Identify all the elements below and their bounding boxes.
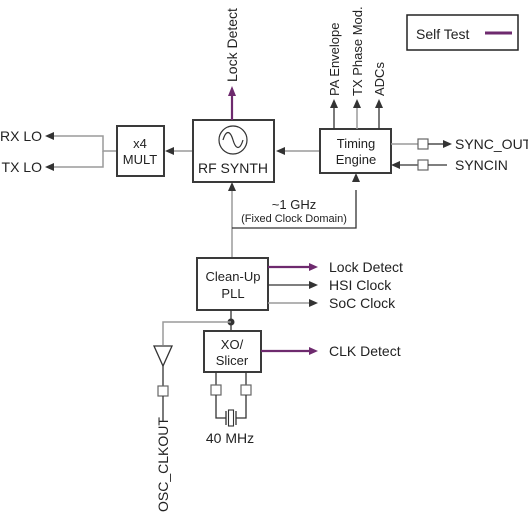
clock-domain-label: (Fixed Clock Domain) — [241, 213, 347, 225]
clk-detect-label: CLK Detect — [329, 343, 401, 359]
osc-clkout-pad — [157, 385, 169, 397]
timing-engine-label-1: Timing — [337, 136, 376, 151]
mult-label-2: MULT — [123, 152, 157, 167]
sync-out-pad — [417, 138, 429, 150]
sync-signals: SYNC_OUT SYNCIN — [391, 136, 528, 173]
osc-clkout-label: OSC_CLKOUT — [155, 417, 171, 512]
xo-slicer-label-1: XO/ — [221, 337, 244, 352]
buffer-icon — [152, 345, 174, 368]
cleanup-pll-label-2: PLL — [221, 286, 244, 301]
legend-label: Self Test — [416, 26, 470, 42]
rx-lo-line — [52, 135, 117, 152]
rf-lock-detect-arrow — [228, 86, 236, 96]
rf-lock-detect-label: Lock Detect — [224, 8, 240, 82]
sync-out-arrow — [443, 140, 452, 148]
xtal-pad-2 — [240, 384, 252, 396]
clock-freq-label: ~1 GHz — [272, 197, 316, 212]
crystal-icon — [227, 409, 235, 427]
pll-lock-detect-arrow — [309, 263, 318, 271]
tx-phase-mod-label: TX Phase Mod. — [350, 6, 365, 96]
tx-lo-arrow — [45, 163, 54, 171]
pa-envelope-arrow — [330, 99, 338, 108]
rx-lo-label: RX LO — [0, 128, 42, 144]
timing-engine-block: Timing Engine — [319, 128, 392, 174]
legend: Self Test — [406, 14, 519, 51]
mult-label-1: x4 — [133, 136, 147, 151]
rx-lo-arrow — [45, 132, 54, 140]
xo-slicer-label-2: Slicer — [216, 353, 249, 368]
sync-out-label: SYNC_OUT — [455, 136, 528, 152]
mult-block: x4 MULT — [116, 125, 165, 177]
clk-to-timing-arrow — [352, 173, 360, 182]
syncin-label: SYNCIN — [455, 157, 508, 173]
cleanup-pll-box — [196, 257, 269, 311]
syncin-arrow — [391, 161, 400, 169]
cleanup-pll-block: Clean-Up PLL — [196, 257, 269, 311]
synth-to-mult-arrow — [165, 147, 174, 155]
timing-engine-label-2: Engine — [336, 152, 376, 167]
adcs-label: ADCs — [372, 62, 387, 96]
crystal: 40 MHz — [206, 372, 254, 446]
tx-phase-mod-arrow — [353, 99, 361, 108]
hsi-clock-label: HSI Clock — [329, 277, 392, 293]
xtal-pad-1 — [210, 384, 222, 396]
xtal-left-line — [215, 395, 226, 419]
rf-lock-detect: Lock Detect — [224, 8, 240, 120]
crystal-freq-label: 40 MHz — [206, 430, 254, 446]
clk-detect-arrow — [309, 347, 318, 355]
soc-clock-label: SoC Clock — [329, 295, 396, 311]
cleanup-pll-label-1: Clean-Up — [206, 269, 261, 284]
xo-slicer-block: XO/ Slicer — [203, 330, 262, 373]
timing-to-synth-arrow — [276, 147, 285, 155]
tx-lo-label: TX LO — [2, 159, 43, 175]
block-diagram: Self Test RX LO TX LO x4 MULT RF SYNTH L… — [0, 6, 528, 512]
hsi-clock-arrow — [309, 281, 318, 289]
xtal-right-line — [236, 395, 247, 419]
adcs-arrow — [375, 99, 383, 108]
timing-outputs: PA Envelope TX Phase Mod. ADCs — [327, 6, 387, 129]
syncin-pad — [417, 159, 429, 171]
clk-detect: CLK Detect — [261, 343, 401, 359]
lo-outputs: RX LO TX LO — [0, 128, 117, 175]
clk-to-synth-arrow — [228, 182, 236, 191]
pll-lock-detect-label: Lock Detect — [329, 259, 403, 275]
tx-lo-line — [52, 151, 104, 168]
rf-synth-block: RF SYNTH — [192, 119, 275, 183]
soc-clock-arrow — [309, 299, 318, 307]
fixed-clock-domain: ~1 GHz (Fixed Clock Domain) — [228, 173, 360, 257]
pa-envelope-label: PA Envelope — [327, 23, 342, 96]
pll-outputs: Lock Detect HSI Clock SoC Clock — [268, 259, 403, 311]
rf-synth-label: RF SYNTH — [198, 160, 268, 176]
mult-box — [116, 125, 165, 177]
